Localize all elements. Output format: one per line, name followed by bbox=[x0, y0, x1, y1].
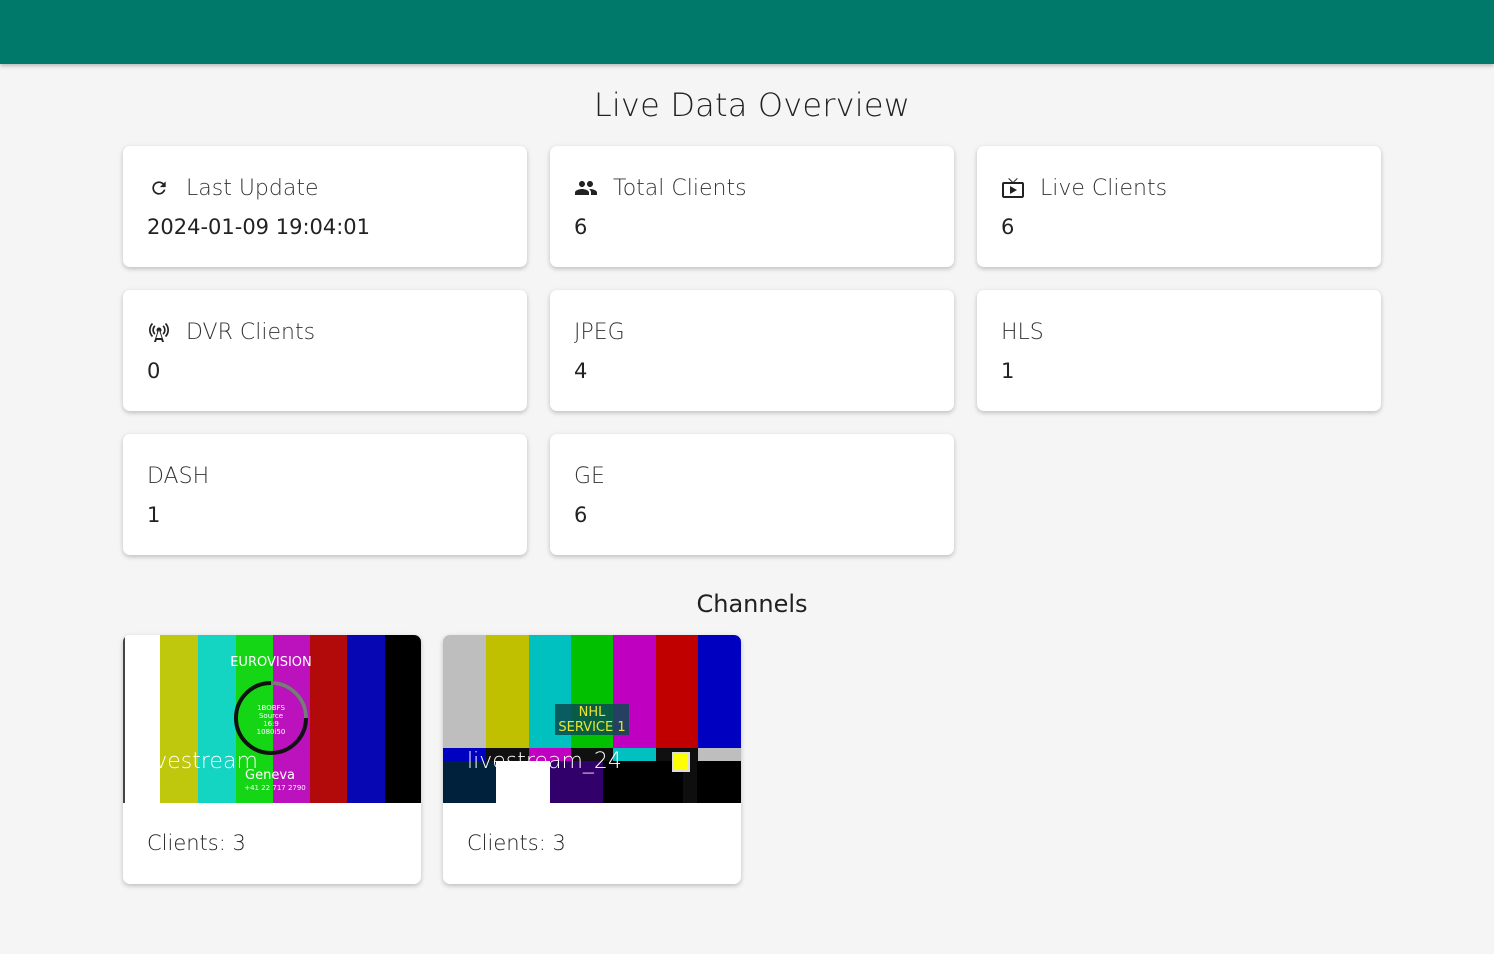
stat-value: 0 bbox=[147, 359, 161, 383]
people-icon bbox=[574, 176, 598, 200]
thumb-line1-text: NHL bbox=[579, 705, 607, 720]
stat-card-hls: HLS 1 bbox=[977, 290, 1381, 411]
top-app-bar bbox=[0, 0, 1494, 64]
stat-label: DVR Clients bbox=[186, 319, 316, 345]
channel-name: livestream_24 bbox=[467, 749, 622, 774]
stat-value: 1 bbox=[147, 503, 161, 527]
stat-label: DASH bbox=[147, 463, 210, 489]
stat-card-ge: GE 6 bbox=[550, 434, 954, 555]
color-bars-image: NHL SERVICE 1 bbox=[443, 635, 741, 803]
channel-thumbnail[interactable]: NHL SERVICE 1 bbox=[443, 635, 741, 803]
stat-card-dash: DASH 1 bbox=[123, 434, 527, 555]
stat-value: 6 bbox=[574, 503, 588, 527]
channel-clients: Clients: 3 bbox=[147, 831, 246, 855]
page-title: Live Data Overview bbox=[593, 86, 911, 124]
channel-card-livestream[interactable]: EUROVISION 1BOBFS Source 16:9 1080i50 Ge… bbox=[123, 635, 421, 884]
stat-label: JPEG bbox=[574, 319, 625, 345]
stat-card-dvr-clients: DVR Clients 0 bbox=[123, 290, 527, 411]
stat-label: Total Clients bbox=[613, 175, 747, 201]
channel-name: livestream bbox=[160, 749, 258, 774]
stat-value: 6 bbox=[574, 215, 588, 239]
stat-value: 4 bbox=[574, 359, 588, 383]
stat-value: 6 bbox=[1001, 215, 1015, 239]
refresh-icon bbox=[147, 176, 171, 200]
stat-value: 1 bbox=[1001, 359, 1015, 383]
thumb-line2-text: SERVICE 1 bbox=[558, 720, 625, 735]
live-tv-icon bbox=[1001, 176, 1025, 200]
antenna-icon bbox=[147, 320, 171, 344]
channel-name-clip: livestream bbox=[160, 635, 421, 803]
stat-card-total-clients: Total Clients 6 bbox=[550, 146, 954, 267]
stat-label: Last Update bbox=[186, 175, 319, 201]
stat-card-live-clients: Live Clients 6 bbox=[977, 146, 1381, 267]
stat-card-jpeg: JPEG 4 bbox=[550, 290, 954, 411]
stat-value: 2024-01-09 19:04:01 bbox=[147, 215, 371, 239]
stat-label: HLS bbox=[1001, 319, 1044, 345]
stat-label: Live Clients bbox=[1040, 175, 1168, 201]
stat-label: GE bbox=[574, 463, 605, 489]
channels-section-title: Channels bbox=[696, 590, 808, 618]
channel-card-livestream-24[interactable]: NHL SERVICE 1 livestream_24 Clients: 3 bbox=[443, 635, 741, 884]
stat-card-last-update: Last Update 2024-01-09 19:04:01 bbox=[123, 146, 527, 267]
channel-clients: Clients: 3 bbox=[467, 831, 566, 855]
